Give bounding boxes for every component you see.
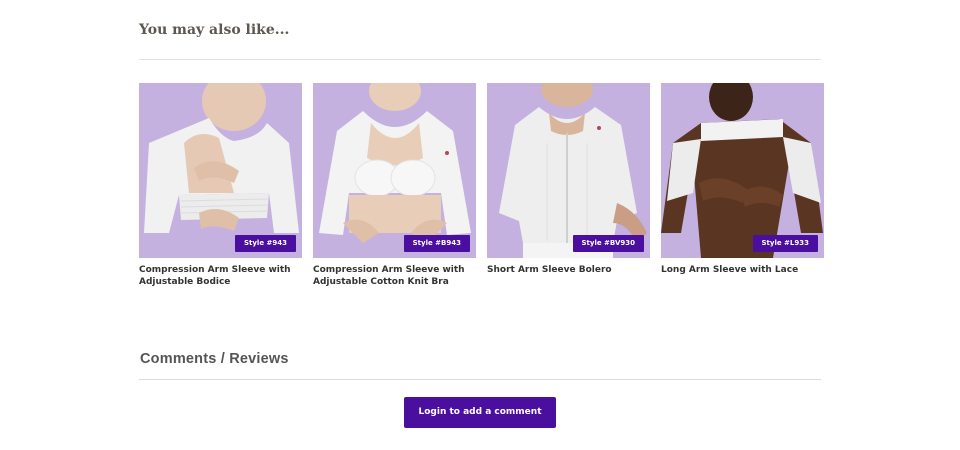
product-photo-placeholder [144,83,299,233]
product-image[interactable]: Style #L933 [661,83,824,258]
product-title[interactable]: Short Arm Sleeve Bolero [487,264,650,276]
style-badge: Style #B943 [403,235,470,252]
product-card[interactable]: Style #B943 Compression Arm Sleeve with … [313,83,476,288]
section-divider [139,59,821,60]
product-image[interactable]: Style #B943 [313,83,476,258]
product-title[interactable]: Compression Arm Sleeve with Adjustable C… [313,264,476,288]
product-card[interactable]: Style #L933 Long Arm Sleeve with Lace [661,83,824,288]
product-card[interactable]: Style #BV930 Short Arm Sleeve Bolero [487,83,650,288]
product-photo-placeholder [319,83,471,243]
product-title[interactable]: Long Arm Sleeve with Lace [661,264,824,276]
product-card[interactable]: Style #943 Compression Arm Sleeve with A… [139,83,302,288]
comments-heading: Comments / Reviews [140,351,289,367]
product-photo-placeholder [661,83,823,258]
product-title[interactable]: Compression Arm Sleeve with Adjustable B… [139,264,302,288]
style-badge: Style #L933 [752,235,818,252]
style-badge: Style #BV930 [572,235,644,252]
related-products-heading: You may also like... [139,22,290,38]
product-photo-placeholder [499,83,647,258]
product-grid: Style #943 Compression Arm Sleeve with A… [139,83,824,288]
product-image[interactable]: Style #BV930 [487,83,650,258]
product-image[interactable]: Style #943 [139,83,302,258]
section-divider [139,379,821,380]
style-badge: Style #943 [234,235,296,252]
login-to-comment-button[interactable]: Login to add a comment [404,397,556,428]
